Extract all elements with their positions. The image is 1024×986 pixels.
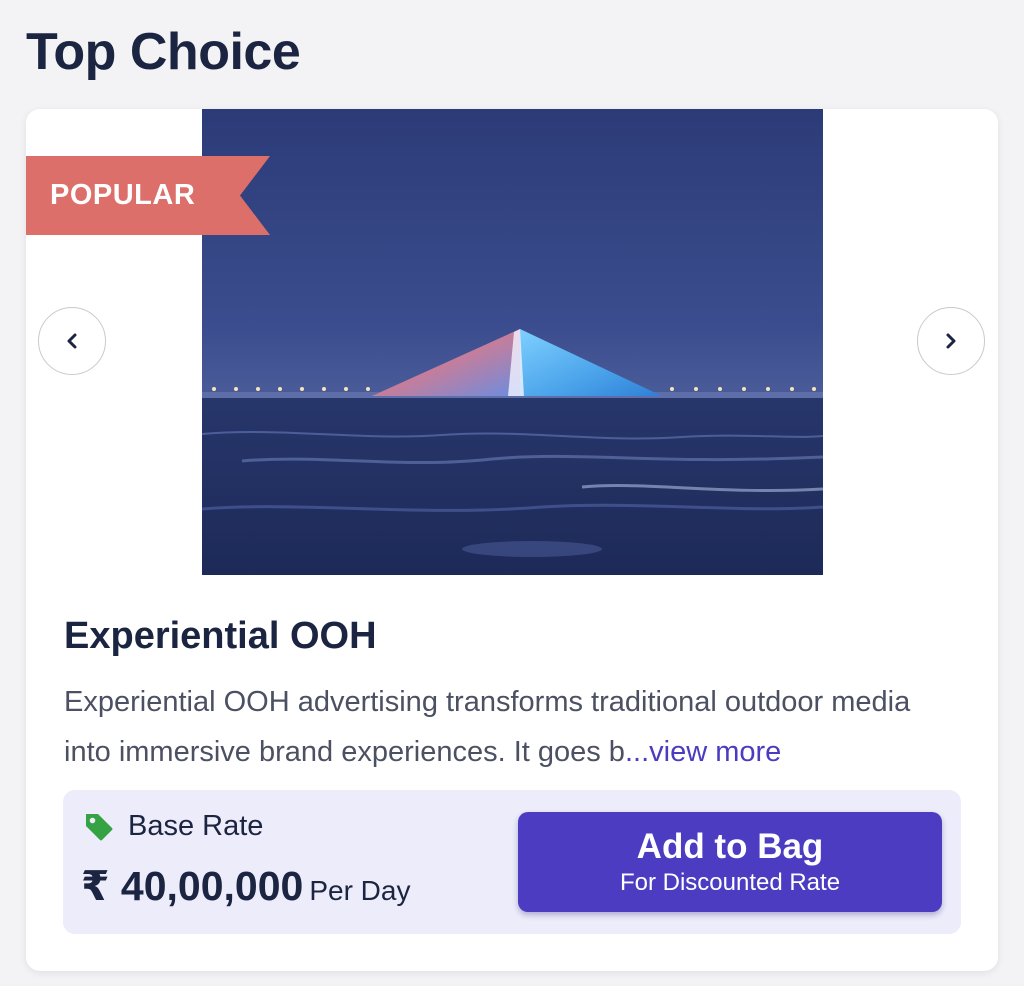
price: ₹ 40,00,000 Per Day bbox=[81, 862, 410, 910]
add-to-bag-label: Add to Bag bbox=[636, 827, 824, 866]
discount-note: For Discounted Rate bbox=[619, 869, 841, 896]
carousel-next-button[interactable] bbox=[917, 307, 985, 375]
product-description: Experiential OOH advertising transforms … bbox=[64, 677, 964, 777]
carousel-prev-button[interactable] bbox=[38, 307, 106, 375]
add-to-bag-button[interactable]: Add to Bag For Discounted Rate bbox=[518, 812, 942, 912]
badge-label: POPULAR bbox=[50, 179, 196, 211]
price-unit: Per Day bbox=[309, 875, 411, 906]
chevron-right-icon bbox=[946, 333, 956, 349]
product-card[interactable]: POPULAR Experiential OOH Experiential OO… bbox=[26, 109, 998, 971]
base-rate-label: Base Rate bbox=[128, 810, 264, 842]
price-value: ₹ 40,00,000 bbox=[81, 863, 304, 909]
popular-badge: POPULAR bbox=[26, 156, 270, 235]
section-title: Top Choice bbox=[26, 23, 301, 81]
description-text: Experiential OOH advertising transforms … bbox=[64, 686, 911, 768]
chevron-left-icon bbox=[67, 333, 77, 349]
price-tag-icon bbox=[86, 814, 113, 841]
rate-box: Base Rate ₹ 40,00,000 Per Day Add to Bag … bbox=[63, 790, 961, 934]
product-title: Experiential OOH bbox=[64, 615, 377, 657]
view-more-link[interactable]: ...view more bbox=[625, 736, 781, 768]
product-image[interactable] bbox=[202, 109, 823, 575]
